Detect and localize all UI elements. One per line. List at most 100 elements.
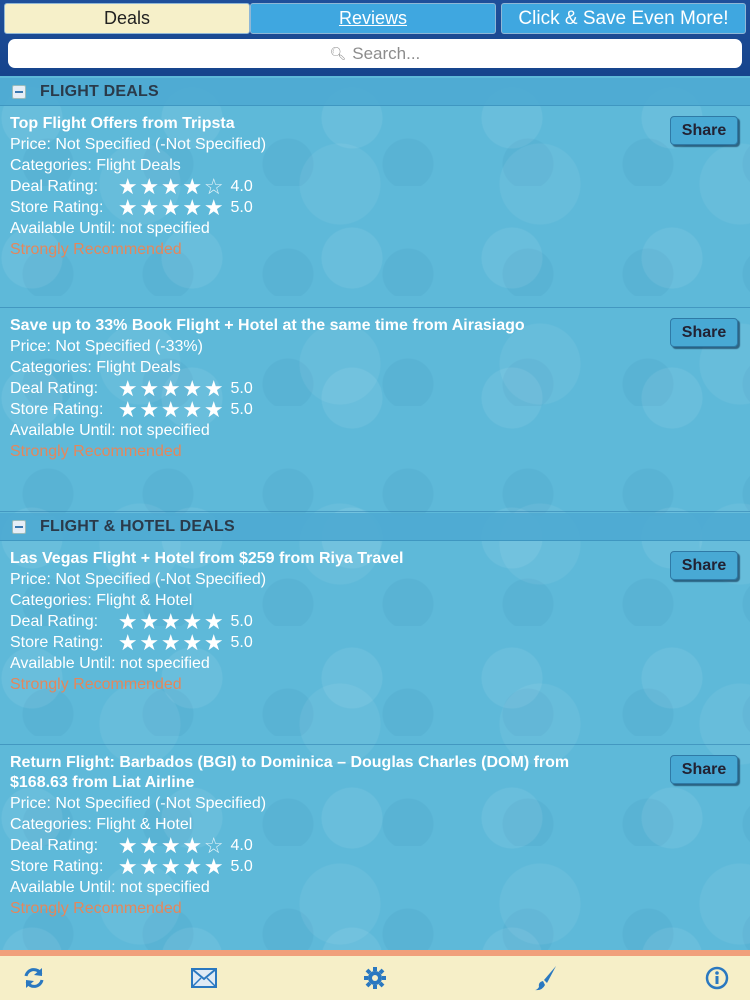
deal-item[interactable]: Save up to 33% Book Flight + Hotel at th… [0,308,750,512]
search-input[interactable]: 🔍︎ Search... [8,39,742,68]
deal-rating-stars: ★ ★ ★ ★ ☆ [117,174,225,199]
star-filled-icon: ★ [182,397,203,422]
store-rating-value: 5.0 [230,858,253,875]
store-rating-row: Store Rating: ★ ★ ★ ★ ★ 5.0 [10,195,650,220]
deal-available-until: Available Until: not specified [10,655,210,672]
store-rating-value: 5.0 [230,401,253,418]
star-filled-icon: ★ [139,397,160,422]
deal-categories: Categories: Flight & Hotel [10,592,193,609]
section-header-flight-hotel-deals[interactable]: FLIGHT & HOTEL DEALS [0,513,750,541]
refresh-icon[interactable] [20,964,48,992]
store-rating-value: 5.0 [230,634,253,651]
info-icon[interactable] [703,964,731,992]
share-button[interactable]: Share [670,318,738,347]
recommendation-label: Strongly Recommended [10,443,182,460]
search-icon: 🔍︎ [329,45,347,61]
star-filled-icon: ★ [117,609,138,634]
tab-deals[interactable]: Deals [4,3,250,34]
collapse-icon[interactable] [12,519,26,534]
deal-price: Price: Not Specified (-Not Specified) [10,795,267,812]
share-button[interactable]: Share [670,116,738,145]
star-filled-icon: ★ [203,854,224,879]
star-filled-icon: ★ [160,397,181,422]
deal-rating-stars: ★ ★ ★ ★ ★ [117,376,225,401]
settings-gear-icon[interactable] [361,964,389,992]
deal-available-until: Available Until: not specified [10,220,210,237]
star-filled-icon: ★ [182,609,203,634]
star-filled-icon: ★ [160,195,181,220]
deal-title: Return Flight: Barbados (BGI) to Dominic… [10,754,570,771]
star-filled-icon: ★ [182,854,203,879]
star-filled-icon: ★ [139,854,160,879]
store-rating-label: Store Rating: [10,634,104,651]
star-filled-icon: ★ [117,174,138,199]
deals-list[interactable]: FLIGHT DEALS Top Flight Offers from Trip… [0,76,750,950]
star-filled-icon: ★ [182,195,203,220]
store-rating-label: Store Rating: [10,401,104,418]
search-placeholder: Search... [352,43,421,63]
star-empty-icon: ☆ [203,833,224,858]
deal-item[interactable]: Top Flight Offers from Tripsta Price: No… [0,106,750,308]
deal-item[interactable]: Return Flight: Barbados (BGI) to Dominic… [0,745,750,950]
deal-rating-stars: ★ ★ ★ ★ ★ [117,609,225,634]
share-button[interactable]: Share [670,551,738,580]
section-title: FLIGHT DEALS [40,82,159,100]
deal-rating-label: Deal Rating: [10,837,99,854]
star-filled-icon: ★ [203,195,224,220]
brush-icon[interactable] [532,964,560,992]
star-filled-icon: ★ [160,630,181,655]
deal-rating-row: Deal Rating: ★ ★ ★ ★ ☆ 4.0 [10,174,650,199]
deal-rating-row: Deal Rating: ★ ★ ★ ★ ★ 5.0 [10,376,650,401]
deal-rating-label: Deal Rating: [10,380,99,397]
deal-categories: Categories: Flight & Hotel [10,816,193,833]
deal-price: Price: Not Specified (-Not Specified) [10,136,267,153]
store-rating-row: Store Rating: ★ ★ ★ ★ ★ 5.0 [10,397,650,422]
recommendation-label: Strongly Recommended [10,900,182,917]
deal-price: Price: Not Specified (-33%) [10,338,203,355]
deal-rating-value: 5.0 [230,380,253,397]
deal-title: Save up to 33% Book Flight + Hotel at th… [10,317,525,334]
deal-item[interactable]: Las Vegas Flight + Hotel from $259 from … [0,541,750,745]
deal-rating-row: Deal Rating: ★ ★ ★ ★ ☆ 4.0 [10,833,650,858]
star-filled-icon: ★ [117,854,138,879]
star-empty-icon: ☆ [203,174,224,199]
store-rating-stars: ★ ★ ★ ★ ★ [117,854,225,879]
store-rating-row: Store Rating: ★ ★ ★ ★ ★ 5.0 [10,854,650,879]
star-filled-icon: ★ [160,833,181,858]
deal-title-continued: $168.63 from Liat Airline [10,774,195,791]
deal-categories: Categories: Flight Deals [10,157,181,174]
top-bar: Deals Reviews Click & Save Even More! 🔍︎… [0,0,750,76]
store-rating-row: Store Rating: ★ ★ ★ ★ ★ 5.0 [10,630,650,655]
star-filled-icon: ★ [160,609,181,634]
section-header-flight-deals[interactable]: FLIGHT DEALS [0,78,750,106]
star-filled-icon: ★ [160,376,181,401]
star-filled-icon: ★ [139,174,160,199]
deal-title: Las Vegas Flight + Hotel from $259 from … [10,550,404,567]
store-rating-stars: ★ ★ ★ ★ ★ [117,397,225,422]
collapse-icon[interactable] [12,84,26,99]
mail-icon[interactable] [190,964,218,992]
recommendation-label: Strongly Recommended [10,676,182,693]
star-filled-icon: ★ [117,630,138,655]
section-title: FLIGHT & HOTEL DEALS [40,517,235,535]
deal-rating-label: Deal Rating: [10,178,99,195]
tab-reviews[interactable]: Reviews [250,3,496,34]
star-filled-icon: ★ [160,174,181,199]
deal-available-until: Available Until: not specified [10,879,210,896]
recommendation-label: Strongly Recommended [10,241,182,258]
star-filled-icon: ★ [117,376,138,401]
deal-rating-value: 5.0 [230,613,253,630]
star-filled-icon: ★ [117,195,138,220]
deal-rating-value: 4.0 [230,178,253,195]
share-button[interactable]: Share [670,755,738,784]
segmented-tabs: Deals Reviews Click & Save Even More! [4,3,746,35]
click-and-save-button[interactable]: Click & Save Even More! [501,3,746,34]
star-filled-icon: ★ [203,397,224,422]
deal-price: Price: Not Specified (-Not Specified) [10,571,267,588]
deal-rating-stars: ★ ★ ★ ★ ☆ [117,833,225,858]
star-filled-icon: ★ [203,609,224,634]
star-filled-icon: ★ [182,833,203,858]
deal-categories: Categories: Flight Deals [10,359,181,376]
store-rating-label: Store Rating: [10,199,104,216]
deal-rating-value: 4.0 [230,837,253,854]
